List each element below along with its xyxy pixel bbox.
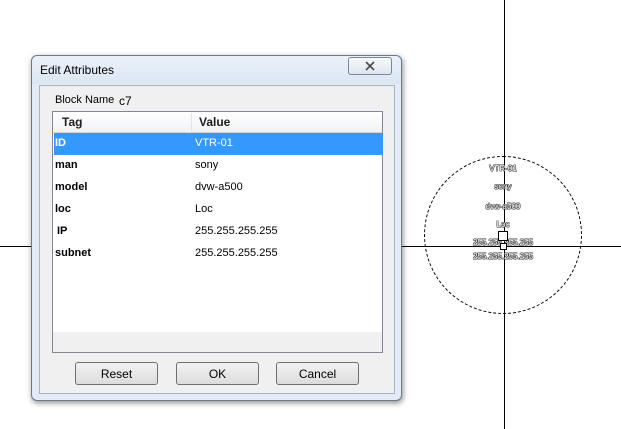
row-value: 255.255.255.255 [195, 247, 278, 259]
row-tag: man [55, 159, 78, 171]
table-row[interactable]: man sony [54, 155, 383, 177]
block-grip-handle[interactable] [498, 231, 508, 241]
block-attr-id: VTR-01 [489, 164, 517, 173]
row-value: VTR-01 [195, 137, 233, 149]
row-tag: ID [55, 137, 66, 149]
dialog-title: Edit Attributes [40, 63, 115, 77]
block-name-value: c7 [119, 94, 132, 108]
dialog-body: Block Name c7 Tag Value ID VTR-01 man so… [39, 85, 395, 394]
column-header-value[interactable]: Value [199, 115, 230, 129]
block-attr-subnet: 255.255.255.255 [472, 252, 534, 261]
block-attr-man: sony [494, 182, 512, 191]
block-attr-model: dvw-a500 [485, 202, 521, 211]
table-row[interactable]: loc Loc [54, 199, 383, 221]
row-tag: model [55, 181, 88, 193]
row-value: dvw-a500 [195, 181, 243, 193]
cancel-button[interactable]: Cancel [276, 362, 359, 385]
block-insertion-grip[interactable] [500, 243, 507, 250]
dialog-titlebar[interactable]: Edit Attributes [32, 56, 401, 84]
row-value: sony [195, 159, 219, 171]
row-tag: loc [55, 203, 71, 215]
drawing-canvas[interactable]: VTR-01 sony dvw-a500 Loc 255.255.255.255… [0, 0, 621, 429]
table-row[interactable]: ID VTR-01 [54, 133, 383, 155]
close-button[interactable] [348, 57, 392, 75]
reset-button[interactable]: Reset [75, 362, 158, 385]
column-divider[interactable] [191, 113, 192, 131]
table-row[interactable]: IP 255.255.255.255 [54, 221, 383, 243]
ok-button[interactable]: OK [176, 362, 259, 385]
row-value: 255.255.255.255 [195, 225, 278, 237]
list-empty-area [53, 332, 382, 352]
close-icon [365, 61, 375, 71]
edit-attributes-dialog: Edit Attributes Block Name c7 Tag Value … [31, 55, 402, 401]
attribute-list[interactable]: Tag Value ID VTR-01 man sony model dvw-a… [52, 111, 383, 353]
block-attr-loc: Loc [496, 220, 510, 229]
list-header: Tag Value [53, 112, 382, 133]
table-row[interactable]: subnet 255.255.255.255 [54, 243, 383, 265]
row-tag: IP [57, 225, 68, 237]
column-header-tag[interactable]: Tag [62, 115, 82, 129]
row-value: Loc [195, 203, 213, 215]
row-tag: subnet [55, 247, 92, 259]
table-row[interactable]: model dvw-a500 [54, 177, 383, 199]
block-name-label: Block Name [55, 94, 115, 106]
